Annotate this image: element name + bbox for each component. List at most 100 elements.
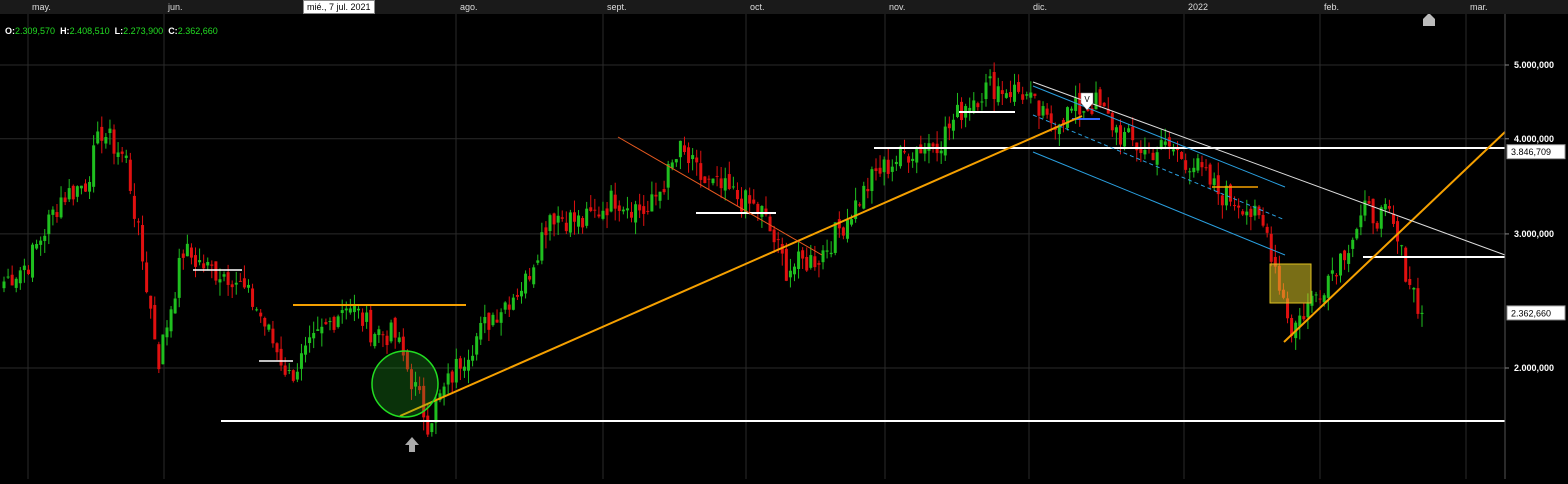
- trendline-orange: [399, 115, 1083, 417]
- candle: [870, 166, 874, 204]
- candle: [1008, 80, 1012, 103]
- candle: [621, 206, 625, 215]
- highlight-circle: [371, 350, 439, 418]
- candle: [524, 270, 528, 299]
- candle: [1420, 305, 1424, 327]
- candle: [980, 92, 984, 111]
- candle: [862, 181, 866, 210]
- candle: [14, 277, 18, 293]
- candle: [687, 142, 691, 173]
- candle: [1131, 117, 1135, 147]
- candle: [100, 116, 104, 154]
- candle: [540, 222, 544, 265]
- candle: [336, 314, 340, 329]
- low-label: L:: [114, 26, 124, 36]
- candle: [552, 212, 556, 237]
- candle: [707, 175, 711, 190]
- candle: [71, 184, 75, 206]
- candle: [340, 299, 344, 324]
- candle: [1298, 307, 1302, 340]
- candle: [79, 185, 83, 195]
- candle: [719, 166, 723, 199]
- candle: [638, 193, 642, 219]
- candle: [299, 343, 303, 381]
- candle: [112, 124, 116, 165]
- svg-text:V: V: [1084, 95, 1090, 104]
- candle: [1041, 101, 1045, 119]
- candle: [544, 221, 548, 249]
- candle: [283, 357, 287, 377]
- candle: [450, 369, 454, 395]
- candle: [568, 209, 572, 238]
- candle: [911, 152, 915, 168]
- candle: [752, 189, 756, 205]
- candle: [373, 332, 377, 349]
- candle: [1253, 199, 1257, 221]
- price-tag-label: 2.362,660: [1511, 308, 1551, 318]
- candle: [866, 177, 870, 199]
- candle: [772, 225, 776, 253]
- candle: [682, 136, 686, 155]
- candle: [165, 320, 169, 346]
- candle: [699, 150, 703, 188]
- candle: [792, 263, 796, 282]
- candle: [691, 148, 695, 171]
- candle: [1171, 143, 1175, 156]
- candle: [662, 180, 666, 195]
- candle: [47, 209, 51, 245]
- candle: [136, 218, 140, 236]
- candle: [1326, 274, 1330, 311]
- candle: [471, 345, 475, 367]
- candle: [650, 181, 654, 212]
- candle: [1000, 81, 1004, 106]
- candle: [1412, 287, 1416, 303]
- candle: [601, 201, 605, 221]
- candle: [149, 295, 153, 319]
- candle: [874, 158, 878, 181]
- candle: [829, 241, 833, 258]
- candle: [287, 363, 291, 375]
- high-label: H:: [60, 26, 70, 36]
- candle: [805, 247, 809, 272]
- x-tick-label: may.: [32, 2, 51, 12]
- chart-canvas[interactable]: V may. jun. ago. sept. oct. nov. dic. 2022 feb. m…: [0, 0, 1568, 479]
- candle: [75, 185, 79, 203]
- candle: [654, 182, 658, 206]
- candle: [597, 206, 601, 219]
- candle: [1257, 204, 1261, 219]
- highlight-box: [1269, 263, 1312, 304]
- candle: [454, 348, 458, 389]
- candle: [397, 331, 401, 344]
- candle: [279, 336, 283, 371]
- candle: [352, 294, 356, 322]
- candle: [797, 240, 801, 279]
- candle: [585, 201, 589, 229]
- trendline-orange: [1283, 131, 1506, 343]
- candle: [1269, 226, 1273, 267]
- candle: [1265, 223, 1269, 238]
- candle: [605, 202, 609, 229]
- candle: [634, 200, 638, 235]
- candle: [169, 306, 173, 338]
- candle: [361, 308, 365, 332]
- ohlc-readout: O:2.309,570 H:2.408,510 L:2.273,900 C:2.…: [5, 26, 218, 36]
- candle: [242, 265, 246, 289]
- candle: [157, 341, 161, 374]
- candle: [703, 176, 707, 184]
- y-tick-label: 4.000,000: [1514, 134, 1554, 144]
- candle: [185, 234, 189, 257]
- candle: [120, 147, 124, 163]
- candle: [593, 198, 597, 218]
- candle: [536, 254, 540, 266]
- candle: [1196, 153, 1200, 174]
- candle: [564, 211, 568, 235]
- candle: [312, 321, 316, 349]
- candle: [964, 103, 968, 128]
- candle: [939, 141, 943, 164]
- candle: [246, 279, 250, 293]
- candle: [35, 239, 39, 250]
- candle: [515, 288, 519, 301]
- candle: [83, 179, 87, 193]
- candle: [1106, 97, 1110, 114]
- price-chart[interactable]: V may. jun. ago. sept. oct. nov. dic. 2022 feb. m…: [0, 0, 1568, 479]
